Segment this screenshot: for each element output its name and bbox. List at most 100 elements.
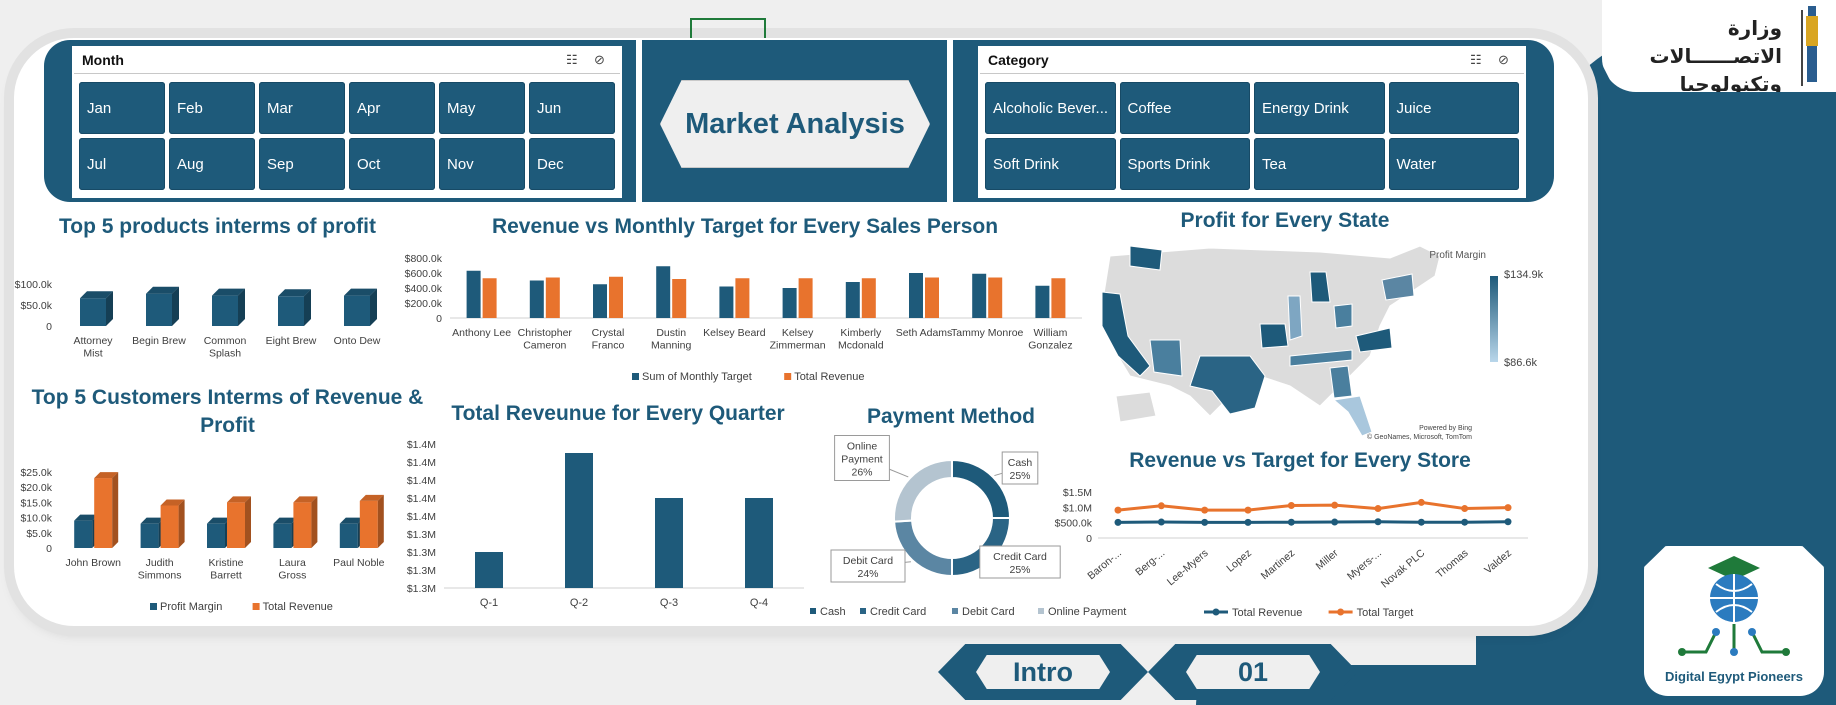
category-slicer-button[interactable]: Energy Drink (1254, 82, 1385, 134)
month-slicer-button[interactable]: Nov (439, 138, 525, 190)
bar-side-face (245, 496, 251, 548)
data-point (1157, 502, 1165, 510)
multi-select-icon[interactable] (1470, 52, 1486, 68)
bar (925, 277, 939, 318)
category-slicer-button[interactable]: Coffee (1119, 82, 1250, 134)
month-slicer-button[interactable]: Aug (169, 138, 255, 190)
category-slicer-button[interactable]: Water (1388, 138, 1519, 190)
cell-selection-marker (690, 18, 766, 38)
bar (861, 278, 876, 318)
state-ohio (1333, 303, 1353, 329)
top-customers-title: Top 5 Customers Interms of Revenue & Pro… (31, 386, 424, 437)
dep-name: Digital Egypt Pioneers (1665, 669, 1803, 684)
data-point (1461, 505, 1469, 513)
category-slicer-button[interactable]: Alcoholic Bever... (985, 82, 1116, 134)
month-slicer-button[interactable]: Oct (349, 138, 435, 190)
legend-swatch (784, 373, 792, 380)
month-slicer-button[interactable]: May (439, 82, 525, 134)
bar (1051, 278, 1066, 318)
legend-swatch (810, 608, 816, 614)
category-slicer-button[interactable]: Juice (1388, 82, 1519, 134)
legend-label: Credit Card (870, 606, 926, 618)
bar (140, 523, 159, 548)
bar (909, 273, 923, 318)
data-point (1114, 506, 1122, 514)
profit-state-map[interactable]: Profit Margin $134.9k $86.6k Powered by … (1090, 236, 1544, 446)
state-georgia (1329, 365, 1353, 399)
y-tick-label: $25.0k (20, 467, 52, 479)
x-tick-label: Christopher Cameron (518, 327, 573, 352)
y-tick-label: $1.4M (407, 457, 436, 469)
bar (609, 276, 623, 318)
bar (745, 498, 773, 588)
month-slicer-button[interactable]: Jul (79, 138, 165, 190)
y-tick-label: $1.0M (1063, 502, 1092, 514)
x-tick-label: Anthony Lee (452, 327, 511, 339)
month-slicer-button[interactable]: Jan (79, 82, 165, 134)
series-line (1117, 520, 1509, 524)
category-slicer-button[interactable]: Sports Drink (1119, 138, 1250, 190)
y-tick-label: $1.4M (407, 475, 436, 487)
category-slicer-title: Category (988, 51, 1049, 68)
legend-swatch (150, 603, 157, 610)
bar (656, 266, 671, 318)
clear-filter-icon[interactable] (1498, 52, 1514, 68)
page-nav-label: 01 (1237, 656, 1269, 687)
month-slicer-button[interactable]: Dec (529, 138, 615, 190)
clear-filter-icon[interactable] (594, 52, 610, 68)
category-slicer-button[interactable]: Soft Drink (985, 138, 1116, 190)
data-point (1244, 506, 1252, 514)
x-tick-label: Q-4 (750, 597, 768, 609)
bar (344, 295, 370, 326)
y-tick-label: $600.0k (405, 268, 443, 280)
month-slicer-button[interactable]: Feb (169, 82, 255, 134)
x-tick-label: William Gonzalez (1028, 327, 1072, 352)
month-slicer-button[interactable]: Apr (349, 82, 435, 134)
bar (278, 296, 304, 326)
x-tick-label: Eight Brew (266, 335, 317, 347)
month-slicer-title: Month (82, 51, 124, 68)
page-nav-button[interactable]: 01 (1148, 644, 1358, 700)
x-tick-label: John Brown (65, 557, 121, 569)
data-point (1504, 504, 1512, 512)
map-legend-title: Profit Margin (1429, 250, 1486, 261)
x-tick-label: Onto Dew (334, 335, 381, 347)
donut-slice (951, 458, 1012, 519)
month-slicer-button[interactable]: Jun (529, 82, 615, 134)
payment-title: Payment Method (866, 405, 1036, 428)
data-point (1114, 518, 1122, 526)
y-tick-label: $1.5M (1063, 487, 1092, 499)
map-attribution-sources: © GeoNames, Microsoft, TomTom (1367, 433, 1472, 441)
dashboard-title: Market Analysis (685, 107, 905, 140)
month-slicer-button[interactable]: Mar (259, 82, 345, 134)
store-chart: $1.5M $1.0M $500.0k 0 Baron-... Berg-...Lee-M… (1055, 487, 1528, 619)
legend-swatch (632, 373, 639, 380)
x-tick-label: Q-1 (480, 597, 498, 609)
legend-label: Total Revenue (794, 371, 864, 383)
bar-side-face (112, 472, 119, 548)
x-tick-label: Kristine Barrett (208, 557, 243, 582)
x-tick-label: Miller (1314, 547, 1341, 573)
legend-swatch (1038, 608, 1044, 614)
multi-select-icon[interactable] (566, 52, 582, 68)
pharaoh-icon (1801, 6, 1818, 86)
x-tick-label: Kelsey Beard (703, 327, 766, 339)
data-point (1201, 506, 1209, 514)
series-line (1117, 500, 1509, 512)
data-point (1287, 501, 1295, 509)
x-tick-label: Martinez (1259, 547, 1298, 582)
data-point (1287, 518, 1295, 526)
category-slicer-button[interactable]: Tea (1254, 138, 1385, 190)
y-tick-label: 0 (1086, 533, 1092, 545)
intro-nav-button[interactable]: Intro (938, 644, 1148, 700)
legend-label: Cash (820, 606, 846, 618)
y-tick-label: $500.0k (1055, 518, 1093, 530)
x-tick-label: Tammy Monroe (951, 327, 1024, 339)
data-point (1331, 518, 1339, 526)
bar (293, 502, 312, 548)
x-tick-label: Dustin Manning (651, 327, 691, 352)
state-washington (1129, 245, 1163, 271)
month-slicer-button[interactable]: Sep (259, 138, 345, 190)
bar (207, 523, 225, 548)
x-tick-label: Q-2 (570, 597, 588, 609)
